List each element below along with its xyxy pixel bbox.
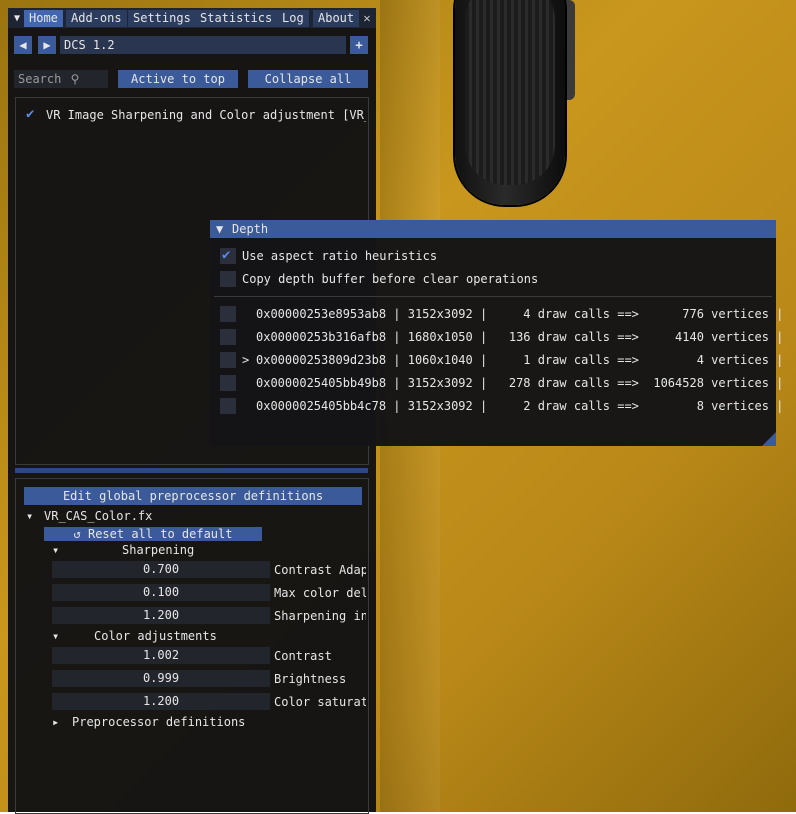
buffer-row: 0x00000253b316afb8 | 1680x1050 | 136 dra… (256, 330, 784, 344)
group-sharpening-title[interactable]: Sharpening (122, 543, 194, 557)
settings-section: Edit global preprocessor definitions ▾ V… (15, 478, 369, 814)
tab-about[interactable]: About (313, 10, 360, 27)
add-preset-button[interactable]: + (350, 36, 368, 54)
close-icon[interactable]: ✕ (360, 10, 374, 27)
sharpening-chevron-down-icon[interactable]: ▾ (52, 543, 59, 557)
effect-name[interactable]: VR Image Sharpening and Color adjustment… (46, 108, 366, 122)
label-contrast-adaptation: Contrast Adapt (274, 563, 366, 577)
depth-window: ▼ Depth Use aspect ratio heuristics Copy… (210, 220, 783, 446)
plus-icon: + (355, 38, 363, 52)
reset-icon: ↺ (73, 527, 81, 541)
triangle-right-icon: ▶ (43, 38, 51, 52)
depth-title: Depth (232, 222, 269, 236)
depth-divider (214, 296, 772, 297)
depth-title-bar[interactable]: ▼ Depth (210, 220, 776, 238)
tab-settings[interactable]: Settings (128, 10, 196, 27)
label-contrast: Contrast (274, 649, 332, 663)
copy-depth-checkbox[interactable] (220, 271, 236, 287)
collapse-all-button[interactable]: Collapse all (248, 70, 368, 88)
edit-global-definitions-button[interactable]: Edit global preprocessor definitions (24, 487, 362, 505)
tab-home[interactable]: Home (24, 10, 63, 27)
buffer-checkbox[interactable] (220, 375, 236, 391)
effect-file-name[interactable]: VR_CAS_Color.fx (44, 509, 152, 523)
search-icon: ⚲ (70, 72, 80, 86)
buffer-checkbox[interactable] (220, 329, 236, 345)
search-input[interactable]: Search ⚲ (14, 70, 108, 88)
tab-log[interactable]: Log (277, 10, 309, 27)
buffer-row: 0x0000025405bb49b8 | 3152x3092 | 278 dra… (256, 376, 784, 390)
tab-bar: ▼ Home Add-ons Settings Statistics Log A… (8, 8, 376, 28)
chevron-down-icon: ▼ (216, 222, 224, 236)
slider-contrast-adaptation[interactable]: 0.700 (52, 561, 270, 578)
preprocessor-chevron-right-icon[interactable]: ▸ (52, 715, 59, 729)
aspect-ratio-label: Use aspect ratio heuristics (242, 249, 438, 263)
aircraft-wheel (455, 0, 565, 205)
label-max-color-delta: Max color delt (274, 586, 366, 600)
label-brightness: Brightness (274, 672, 347, 686)
file-chevron-down-icon[interactable]: ▾ (26, 509, 33, 523)
label-color-saturation: Color saturati (274, 695, 366, 709)
buffer-row: 0x00000253e8953ab8 | 3152x3092 | 4 draw … (256, 307, 784, 321)
tab-addons[interactable]: Add-ons (66, 10, 127, 27)
active-to-top-button[interactable]: Active to top (118, 70, 238, 88)
slider-brightness[interactable]: 0.999 (52, 670, 270, 687)
next-preset-button[interactable]: ▶ (38, 36, 56, 54)
splitter[interactable] (15, 468, 368, 473)
copy-depth-label: Copy depth buffer before clear operation… (242, 272, 539, 286)
slider-max-color-delta[interactable]: 0.100 (52, 584, 270, 601)
label-sharpening-intensity: Sharpening int (274, 609, 366, 623)
buffer-row: 0x0000025405bb4c78 | 3152x3092 | 2 draw … (256, 399, 784, 413)
color-adjustments-chevron-down-icon[interactable]: ▾ (52, 629, 59, 643)
search-placeholder: Search (18, 72, 62, 86)
buffer-checkbox[interactable] (220, 398, 236, 414)
tab-statistics[interactable]: Statistics (195, 10, 278, 27)
slider-color-saturation[interactable]: 1.200 (52, 693, 270, 710)
preset-selector[interactable]: DCS 1.2 (60, 36, 346, 54)
reset-label: Reset all to default (87, 527, 233, 541)
buffer-checkbox[interactable] (220, 306, 236, 322)
selected-marker: > (242, 353, 250, 367)
effect-checkbox[interactable] (24, 106, 40, 123)
reset-all-button[interactable]: ↺ Reset all to default (44, 527, 262, 541)
resize-grip[interactable] (762, 432, 776, 446)
buffer-checkbox[interactable] (220, 352, 236, 368)
aspect-ratio-checkbox[interactable] (220, 247, 236, 264)
slider-sharpening-intensity[interactable]: 1.200 (52, 607, 270, 624)
slider-contrast[interactable]: 1.002 (52, 647, 270, 664)
buffer-row-selected: 0x00000253809d23b8 | 1060x1040 | 1 draw … (256, 353, 784, 367)
group-color-adjustments-title[interactable]: Color adjustments (94, 629, 217, 643)
preprocessor-definitions-header[interactable]: Preprocessor definitions (72, 715, 245, 729)
collapse-arrow-icon[interactable]: ▼ (10, 10, 24, 27)
triangle-left-icon: ◀ (19, 38, 27, 52)
prev-preset-button[interactable]: ◀ (14, 36, 32, 54)
